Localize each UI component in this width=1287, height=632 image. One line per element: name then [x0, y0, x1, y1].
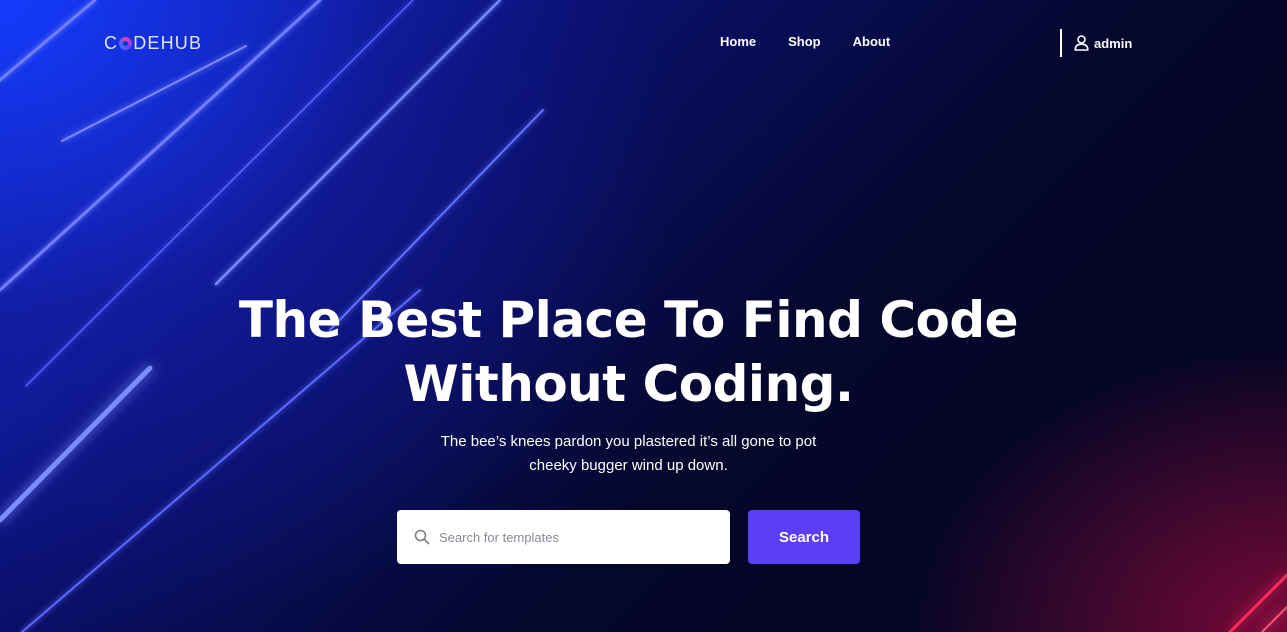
user-menu[interactable]: admin	[1060, 29, 1132, 57]
hero-title: The Best Place To Find Code Without Codi…	[0, 288, 1257, 416]
logo-ring-icon	[119, 37, 133, 50]
logo-letter-c: C	[104, 33, 119, 53]
hero-subtitle-line-1: The bee’s knees pardon you plastered it’…	[440, 433, 817, 450]
search-box	[397, 510, 730, 564]
search-input[interactable]	[439, 517, 730, 557]
nav-item-shop[interactable]: Shop	[788, 34, 821, 49]
search-button[interactable]: Search	[748, 510, 860, 564]
hero-title-line-2: Without Coding.	[403, 355, 854, 413]
header-divider	[1060, 29, 1062, 57]
user-icon	[1074, 35, 1089, 51]
user-name: admin	[1094, 35, 1133, 51]
main-nav: Home Shop About	[720, 34, 922, 49]
hero-subtitle: The bee’s knees pardon you plastered it’…	[0, 430, 1257, 478]
logo-text: DEHUB	[133, 33, 203, 53]
nav-item-home[interactable]: Home	[720, 34, 756, 49]
site-logo[interactable]: C DEHUB	[104, 33, 202, 54]
nav-item-about[interactable]: About	[853, 34, 891, 49]
hero-title-line-1: The Best Place To Find Code	[238, 291, 1019, 349]
hero-subtitle-line-2: cheeky bugger wind up down.	[529, 457, 728, 474]
search-icon	[414, 529, 430, 545]
